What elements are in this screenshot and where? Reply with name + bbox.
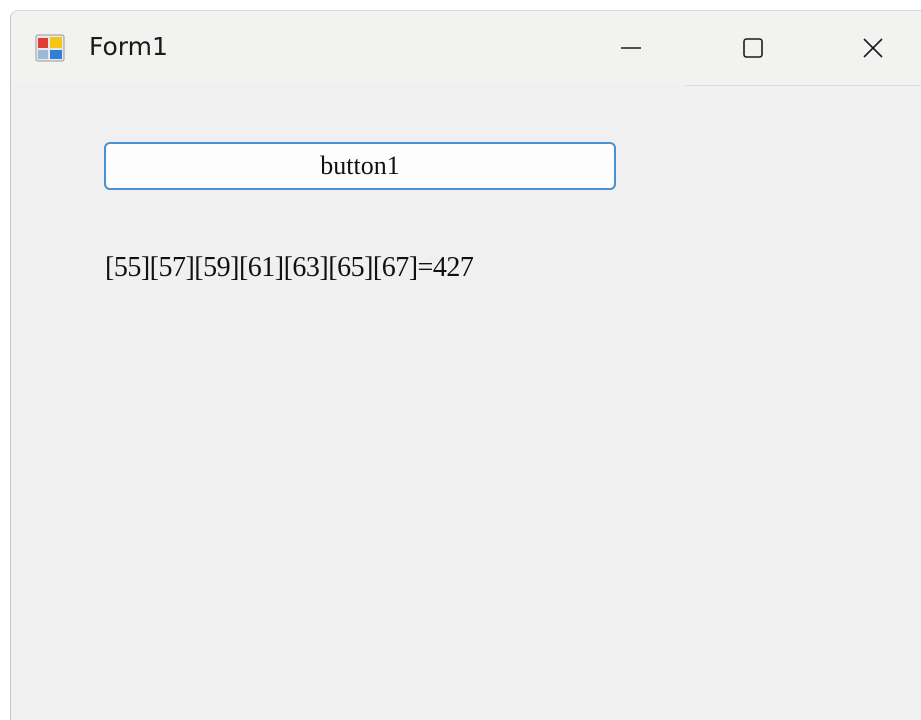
minimize-button[interactable] (571, 11, 691, 85)
label1-result-text: [55][57][59][61][63][65][67]=427 (105, 252, 474, 283)
close-button[interactable] (813, 11, 921, 85)
close-icon (863, 38, 883, 58)
maximize-button[interactable] (693, 11, 813, 85)
winforms-app-icon (35, 34, 65, 62)
form-window: Form1 button1 [55][57][59][61][63][65][6… (10, 10, 921, 720)
maximize-icon (743, 38, 763, 58)
title-bar[interactable]: Form1 (11, 11, 921, 85)
window-title: Form1 (89, 32, 168, 61)
button1[interactable]: button1 (104, 142, 616, 190)
minimize-icon (621, 47, 641, 49)
form-client-area: button1 [55][57][59][61][63][65][67]=427 (11, 86, 921, 720)
